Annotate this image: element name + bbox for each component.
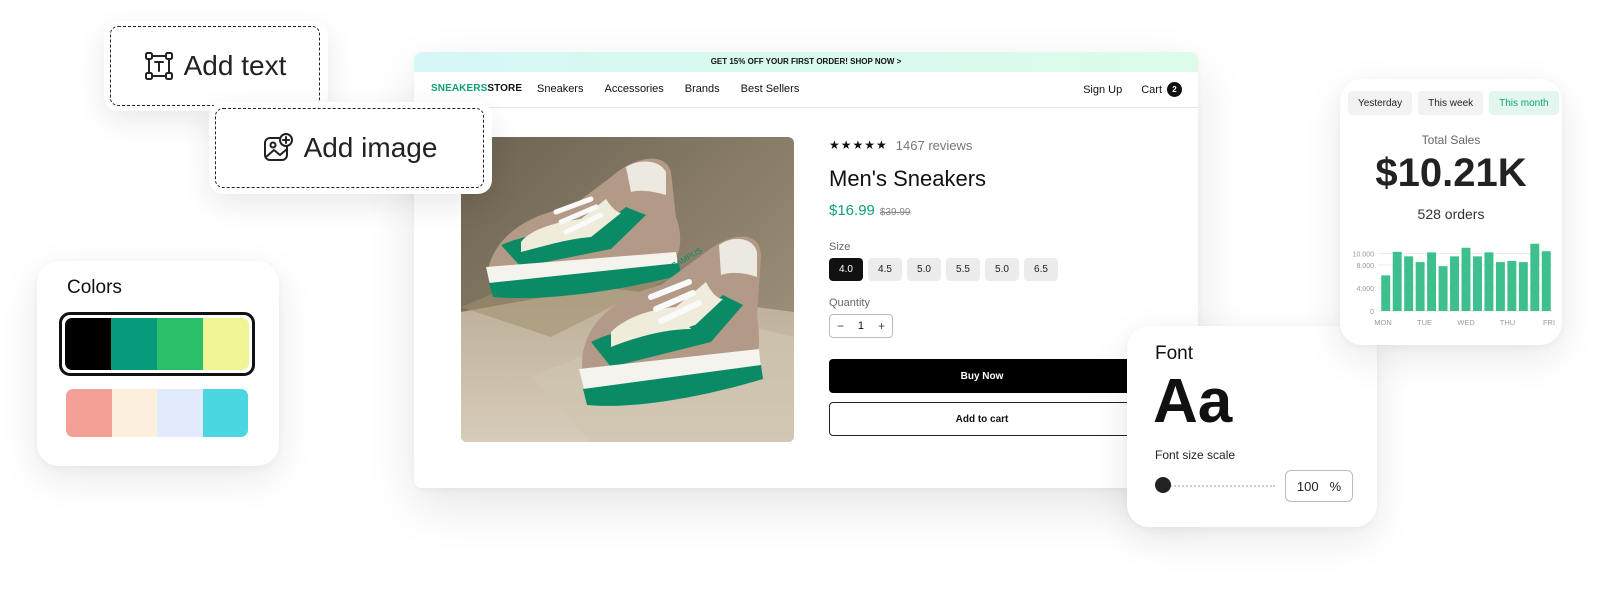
sales-bar[interactable]: [1518, 262, 1528, 311]
product-old-price: $39.99: [879, 207, 911, 218]
font-title: Font: [1155, 343, 1194, 364]
x-tick-label: FRI: [1543, 318, 1555, 327]
y-tick-label: 8.000: [1356, 263, 1374, 270]
sales-bar[interactable]: [1461, 247, 1471, 311]
add-image-button[interactable]: Add image: [215, 108, 484, 188]
color-swatch[interactable]: [157, 318, 203, 370]
text-box-icon: [144, 52, 173, 80]
sales-bar[interactable]: [1427, 252, 1437, 311]
font-scale-value: 100: [1296, 478, 1319, 494]
sales-bar[interactable]: [1392, 251, 1402, 311]
font-scale-unit: %: [1329, 478, 1342, 494]
sales-bar[interactable]: [1507, 260, 1517, 311]
quantity-minus-button[interactable]: −: [837, 319, 844, 333]
y-tick-label: 10.000: [1353, 252, 1375, 259]
size-option[interactable]: 5.0: [907, 258, 941, 281]
color-swatch[interactable]: [66, 389, 112, 437]
sales-bar[interactable]: [1484, 252, 1494, 311]
logo-part-1: SNEAKERS: [431, 83, 488, 94]
add-text-label: Add text: [183, 50, 287, 81]
color-swatch[interactable]: [203, 318, 249, 370]
sign-up-link[interactable]: Sign Up: [1083, 84, 1122, 96]
nav-link-best-sellers[interactable]: Best Sellers: [741, 83, 800, 95]
review-count[interactable]: 1467 reviews: [896, 138, 973, 153]
x-tick-label: TUE: [1417, 318, 1432, 327]
color-swatch[interactable]: [157, 389, 203, 437]
add-image-label: Add image: [303, 132, 438, 163]
color-swatch[interactable]: [202, 389, 248, 437]
nav-link-sneakers[interactable]: Sneakers: [537, 83, 583, 95]
sales-bar[interactable]: [1438, 266, 1448, 311]
sales-bar[interactable]: [1404, 256, 1414, 311]
size-option[interactable]: 5.5: [946, 258, 980, 281]
size-options: 4.0 4.5 5.0 5.5 5.0 6.5: [829, 258, 1189, 281]
sales-panel: Yesterday This week This month Total Sal…: [1340, 79, 1562, 345]
quantity-stepper: − 1 +: [829, 314, 893, 338]
quantity-value[interactable]: 1: [858, 320, 864, 332]
x-tick-label: THU: [1500, 318, 1515, 327]
sales-bar[interactable]: [1495, 262, 1505, 311]
store-logo[interactable]: SNEAKERSSTORE: [431, 83, 522, 94]
palette-swatches: [65, 318, 249, 370]
palette-option[interactable]: [66, 389, 248, 437]
x-tick-label: MON: [1374, 318, 1392, 327]
color-swatch[interactable]: [111, 389, 157, 437]
sales-bar[interactable]: [1415, 262, 1425, 311]
nav-link-accessories[interactable]: Accessories: [604, 83, 663, 95]
product-title: Men's Sneakers: [829, 166, 987, 191]
size-label: Size: [829, 241, 851, 253]
nav-link-brands[interactable]: Brands: [685, 83, 720, 95]
product-image[interactable]: CAMPUS: [461, 137, 794, 442]
font-scale-slider-track[interactable]: [1163, 485, 1275, 487]
color-swatch[interactable]: [65, 318, 111, 370]
palette-selected[interactable]: [59, 312, 255, 376]
price-row: $16.99 $39.99: [829, 202, 1189, 219]
sales-bar[interactable]: [1530, 243, 1540, 311]
product-price: $16.99: [829, 202, 875, 219]
font-panel: Font Aa Font size scale 100 %: [1127, 326, 1377, 527]
size-option[interactable]: 4.5: [868, 258, 902, 281]
size-option[interactable]: 6.5: [1024, 258, 1058, 281]
add-image-card: Add image: [209, 102, 492, 194]
font-sample: Aa: [1153, 367, 1233, 436]
nav-actions: Sign Up Cart 2: [1083, 82, 1182, 97]
sales-bar[interactable]: [1472, 256, 1482, 311]
cart-count-badge: 2: [1167, 82, 1182, 97]
size-option[interactable]: 4.0: [829, 258, 863, 281]
sales-bar[interactable]: [1450, 256, 1460, 311]
star-rating-icon: ★★★★★: [829, 138, 888, 152]
x-tick-label: WED: [1457, 318, 1475, 327]
sales-bar[interactable]: [1381, 275, 1391, 311]
font-scale-input[interactable]: 100 %: [1285, 470, 1353, 502]
cart-button[interactable]: Cart 2: [1141, 82, 1182, 97]
add-text-card: Add text: [104, 21, 328, 111]
font-scale-slider-handle[interactable]: [1155, 477, 1171, 493]
buy-now-button[interactable]: Buy Now: [829, 359, 1135, 393]
image-add-icon: [263, 133, 293, 161]
store-navbar: SNEAKERSSTORE Sneakers Accessories Brand…: [414, 72, 1198, 108]
y-tick-label: 0: [1370, 309, 1374, 316]
sales-bar[interactable]: [1541, 251, 1551, 311]
quantity-label: Quantity: [829, 297, 870, 309]
quantity-plus-button[interactable]: +: [878, 319, 885, 333]
size-option[interactable]: 5.0: [985, 258, 1019, 281]
colors-title: Colors: [67, 277, 122, 298]
y-tick-label: 4.000: [1356, 286, 1374, 293]
nav-links: Sneakers Accessories Brands Best Sellers: [537, 83, 799, 95]
add-text-button[interactable]: Add text: [110, 26, 320, 106]
sales-bar-chart: 10.000 8.000 4.000 0MON TUE WED THU FRI: [1353, 243, 1555, 327]
font-size-scale-label: Font size scale: [1155, 448, 1236, 462]
rating-row: ★★★★★ 1467 reviews: [829, 136, 1189, 154]
sneakers-illustration: CAMPUS: [461, 137, 794, 442]
promo-banner[interactable]: GET 15% OFF YOUR FIRST ORDER! SHOP NOW >: [414, 52, 1198, 72]
cart-label: Cart: [1141, 83, 1162, 96]
colors-panel: Colors: [37, 261, 279, 466]
store-preview-window: GET 15% OFF YOUR FIRST ORDER! SHOP NOW >…: [414, 52, 1198, 488]
add-to-cart-button[interactable]: Add to cart: [829, 402, 1135, 436]
logo-part-2: STORE: [487, 83, 523, 94]
color-swatch[interactable]: [111, 318, 157, 370]
